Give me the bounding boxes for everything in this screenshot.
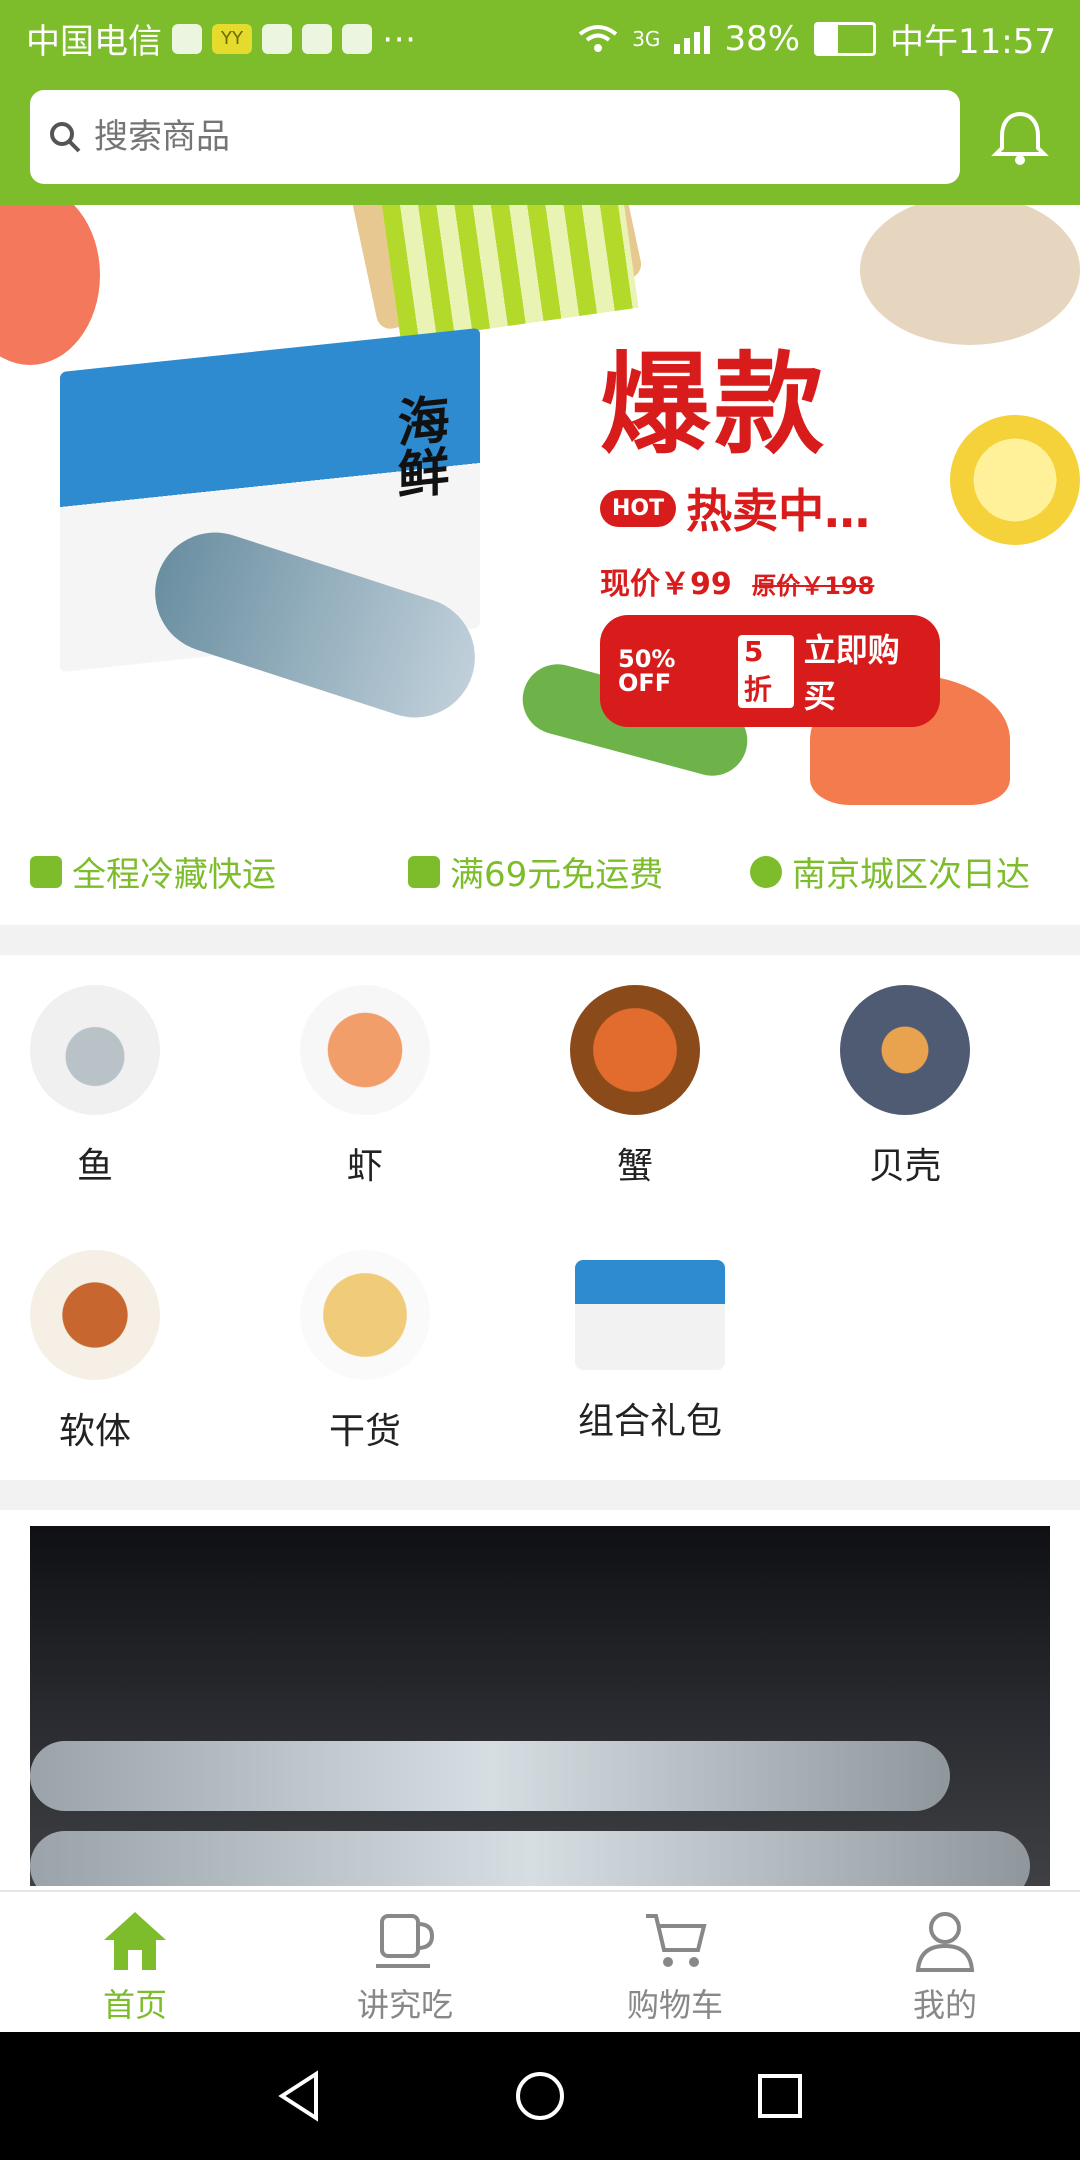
category-mollusk[interactable]: 软体 — [0, 1220, 190, 1452]
battery-percent: 38% — [724, 18, 801, 59]
price-line: 现价￥99 原价￥198 — [600, 559, 940, 603]
hot-sale-text: 热卖中… — [686, 484, 871, 538]
yy-icon: YY — [212, 23, 252, 54]
category-grid: 鱼 虾 蟹 贝壳 软体 干货 组合礼包 — [0, 955, 1080, 1480]
gift-pack-category-image — [575, 1260, 725, 1370]
shellfish-category-image — [840, 985, 970, 1115]
app-icon — [262, 23, 292, 54]
battery-icon — [814, 21, 877, 56]
salmon-plate-image — [0, 205, 100, 365]
home-circle-icon[interactable] — [512, 2068, 568, 2124]
category-label: 干货 — [328, 1411, 401, 1452]
carrier-label: 中国电信 — [26, 22, 162, 62]
home-icon — [104, 1912, 166, 1970]
hairtail-fish-image — [30, 1831, 1030, 1886]
benefit-label: 满69元免运费 — [450, 855, 664, 895]
current-price: 现价￥99 — [600, 567, 732, 602]
benefits-strip: 全程冷藏快运 满69元免运费 南京城区次日达 — [0, 805, 1080, 925]
nav-label: 讲究吃 — [356, 1986, 453, 2024]
category-label: 组合礼包 — [577, 1401, 722, 1442]
nav-label: 购物车 — [626, 1986, 723, 2024]
buy-now-label: 立即购买 — [803, 631, 900, 715]
featured-product[interactable] — [0, 1510, 1080, 1890]
benefit-next-day: 南京城区次日达 — [750, 847, 1030, 896]
nav-home[interactable]: 首页 — [0, 1908, 270, 2026]
promo-headline: 爆款 — [600, 341, 828, 469]
discount-badge: 5折 — [737, 634, 794, 708]
avatar-icon — [342, 23, 372, 54]
search-icon — [50, 122, 81, 153]
nav-profile[interactable]: 我的 — [810, 1908, 1080, 2026]
bolt-icon — [750, 855, 782, 888]
cart-icon — [646, 1914, 707, 1967]
bottom-navigation: 首页 讲究吃 购物车 我的 — [0, 1890, 1080, 2034]
category-crab[interactable]: 蟹 — [540, 955, 730, 1187]
benefit-label: 全程冷藏快运 — [72, 855, 276, 895]
category-label: 贝壳 — [868, 1146, 941, 1187]
bag-icon — [408, 855, 440, 888]
gift-box-text: 海鲜 — [388, 391, 448, 502]
category-dried-goods[interactable]: 干货 — [270, 1220, 460, 1452]
bell-icon[interactable] — [990, 108, 1050, 168]
lemon-image — [950, 415, 1080, 545]
back-icon[interactable] — [272, 2068, 328, 2124]
dried-goods-category-image — [300, 1250, 430, 1380]
search-bar[interactable] — [30, 90, 960, 184]
nav-discover[interactable]: 讲究吃 — [270, 1908, 540, 2026]
wifi-icon — [578, 24, 618, 52]
discount-percent: 50% OFF — [618, 645, 676, 697]
hairtail-fish-image — [30, 1741, 950, 1811]
nav-cart[interactable]: 购物车 — [540, 1908, 810, 2026]
status-bar: 中国电信 YY ⋯ 3G 38% 中午11:57 — [0, 0, 1080, 76]
top-bar: 中国电信 YY ⋯ 3G 38% 中午11:57 — [0, 0, 1080, 205]
sim-icon — [172, 23, 202, 54]
app-icon — [302, 23, 332, 54]
signal-icon — [674, 25, 711, 54]
fish-plate-image — [860, 205, 1080, 345]
recent-apps-icon[interactable] — [752, 2068, 808, 2124]
category-fish[interactable]: 鱼 — [0, 955, 190, 1187]
category-label: 虾 — [346, 1146, 383, 1187]
truck-icon — [30, 855, 62, 888]
search-input[interactable] — [92, 116, 896, 158]
clock: 中午11:57 — [890, 22, 1056, 62]
hot-badge: HOT — [600, 489, 677, 527]
category-shellfish[interactable]: 贝壳 — [810, 955, 1000, 1187]
benefit-label: 南京城区次日达 — [792, 855, 1030, 895]
category-label: 鱼 — [76, 1146, 113, 1187]
nav-label: 首页 — [102, 1986, 167, 2024]
shrimp-category-image — [300, 985, 430, 1115]
promo-banner[interactable]: 海鲜 爆款 HOT 热卖中… 现价￥99 原价￥198 50% OFF 5折 立… — [0, 205, 1080, 805]
more-icon: ⋯ — [382, 18, 416, 59]
category-shrimp[interactable]: 虾 — [270, 955, 460, 1187]
cup-icon — [376, 1914, 435, 1968]
mollusk-category-image — [30, 1250, 160, 1380]
system-navigation-bar — [0, 2032, 1080, 2160]
crab-category-image — [570, 985, 700, 1115]
benefit-free-shipping: 满69元免运费 — [408, 847, 663, 896]
original-price: 原价￥198 — [752, 572, 875, 600]
nav-label: 我的 — [912, 1986, 977, 2024]
category-gift-pack[interactable]: 组合礼包 — [540, 1220, 760, 1450]
buy-now-button[interactable]: 50% OFF 5折 立即购买 — [600, 615, 940, 727]
benefit-cold-chain: 全程冷藏快运 — [30, 847, 276, 896]
checkered-cloth-image — [381, 205, 639, 342]
user-icon — [915, 1912, 975, 1972]
fish-category-image — [30, 985, 160, 1115]
category-label: 软体 — [58, 1411, 131, 1452]
featured-product-image — [30, 1526, 1050, 1886]
network-label: 3G — [632, 26, 661, 51]
promo-copy: 爆款 HOT 热卖中… 现价￥99 原价￥198 50% OFF 5折 立即购买 — [600, 345, 940, 727]
category-label: 蟹 — [616, 1146, 653, 1187]
